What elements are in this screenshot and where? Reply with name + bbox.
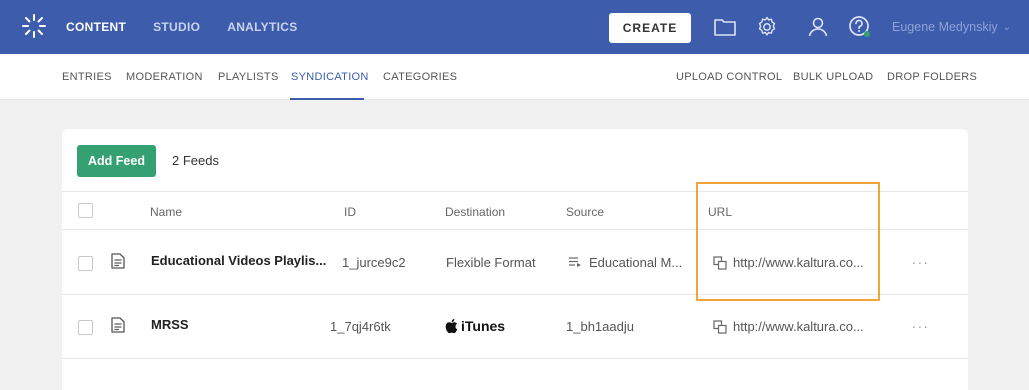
- user-menu[interactable]: Eugene Medynskiy ⌄: [892, 0, 1011, 54]
- tab-drop-folders[interactable]: DROP FOLDERS: [887, 71, 977, 83]
- row-checkbox[interactable]: [78, 320, 93, 335]
- tab-playlists[interactable]: PLAYLISTS: [218, 71, 279, 83]
- document-icon: [111, 317, 125, 333]
- feed-source: Educational M...: [589, 255, 683, 270]
- feed-source: 1_bh1aadju: [566, 319, 634, 334]
- gear-icon[interactable]: [754, 14, 780, 40]
- itunes-logo: iTunes: [445, 318, 505, 334]
- feeds-count: 2 Feeds: [172, 153, 219, 168]
- tab-entries[interactable]: ENTRIES: [62, 71, 112, 83]
- playlist-icon: [569, 257, 581, 267]
- user-icon[interactable]: [805, 14, 831, 40]
- user-name: Eugene Medynskiy: [892, 20, 998, 34]
- feed-name-link[interactable]: MRSS: [151, 317, 189, 332]
- feed-url[interactable]: http://www.kaltura.co...: [733, 319, 864, 334]
- column-header-destination[interactable]: Destination: [445, 205, 505, 219]
- feed-destination: iTunes: [461, 318, 506, 334]
- column-header-name[interactable]: Name: [150, 205, 182, 219]
- chevron-down-icon: ⌄: [1002, 21, 1012, 33]
- nav-studio[interactable]: STUDIO: [153, 20, 200, 34]
- feed-destination: Flexible Format: [446, 255, 536, 270]
- url-highlight-box: [696, 182, 880, 301]
- select-all-checkbox[interactable]: [78, 203, 93, 218]
- feed-id: 1_7qj4r6tk: [330, 319, 391, 334]
- tab-categories[interactable]: CATEGORIES: [383, 71, 457, 83]
- column-header-id[interactable]: ID: [344, 205, 356, 219]
- nav-content[interactable]: CONTENT: [66, 20, 126, 34]
- create-button[interactable]: CREATE: [609, 13, 691, 43]
- divider: [62, 358, 968, 359]
- document-icon: [111, 253, 125, 269]
- folder-icon[interactable]: [712, 14, 738, 40]
- row-checkbox[interactable]: [78, 256, 93, 271]
- active-tab-indicator: [290, 98, 364, 100]
- feed-name-link[interactable]: Educational Videos Playlis...: [151, 253, 326, 268]
- tab-upload-control[interactable]: UPLOAD CONTROL: [676, 71, 782, 83]
- tab-moderation[interactable]: MODERATION: [126, 71, 203, 83]
- nav-analytics[interactable]: ANALYTICS: [227, 20, 297, 34]
- kaltura-logo-icon[interactable]: [20, 12, 48, 40]
- main-nav: CONTENT STUDIO ANALYTICS: [66, 0, 325, 54]
- add-feed-button[interactable]: Add Feed: [77, 145, 156, 177]
- help-icon[interactable]: [847, 14, 873, 40]
- copy-link-icon[interactable]: [713, 320, 727, 334]
- apple-icon: [445, 318, 458, 334]
- top-bar: CONTENT STUDIO ANALYTICS CREATE Eugene M…: [0, 0, 1029, 54]
- more-actions-icon[interactable]: ...: [912, 251, 930, 267]
- feed-id: 1_jurce9c2: [342, 255, 406, 270]
- tab-bulk-upload[interactable]: BULK UPLOAD: [793, 71, 873, 83]
- more-actions-icon[interactable]: ...: [912, 315, 930, 331]
- tab-syndication[interactable]: SYNDICATION: [291, 71, 369, 83]
- sub-nav: ENTRIES MODERATION PLAYLISTS SYNDICATION…: [0, 54, 1029, 100]
- column-header-source[interactable]: Source: [566, 205, 604, 219]
